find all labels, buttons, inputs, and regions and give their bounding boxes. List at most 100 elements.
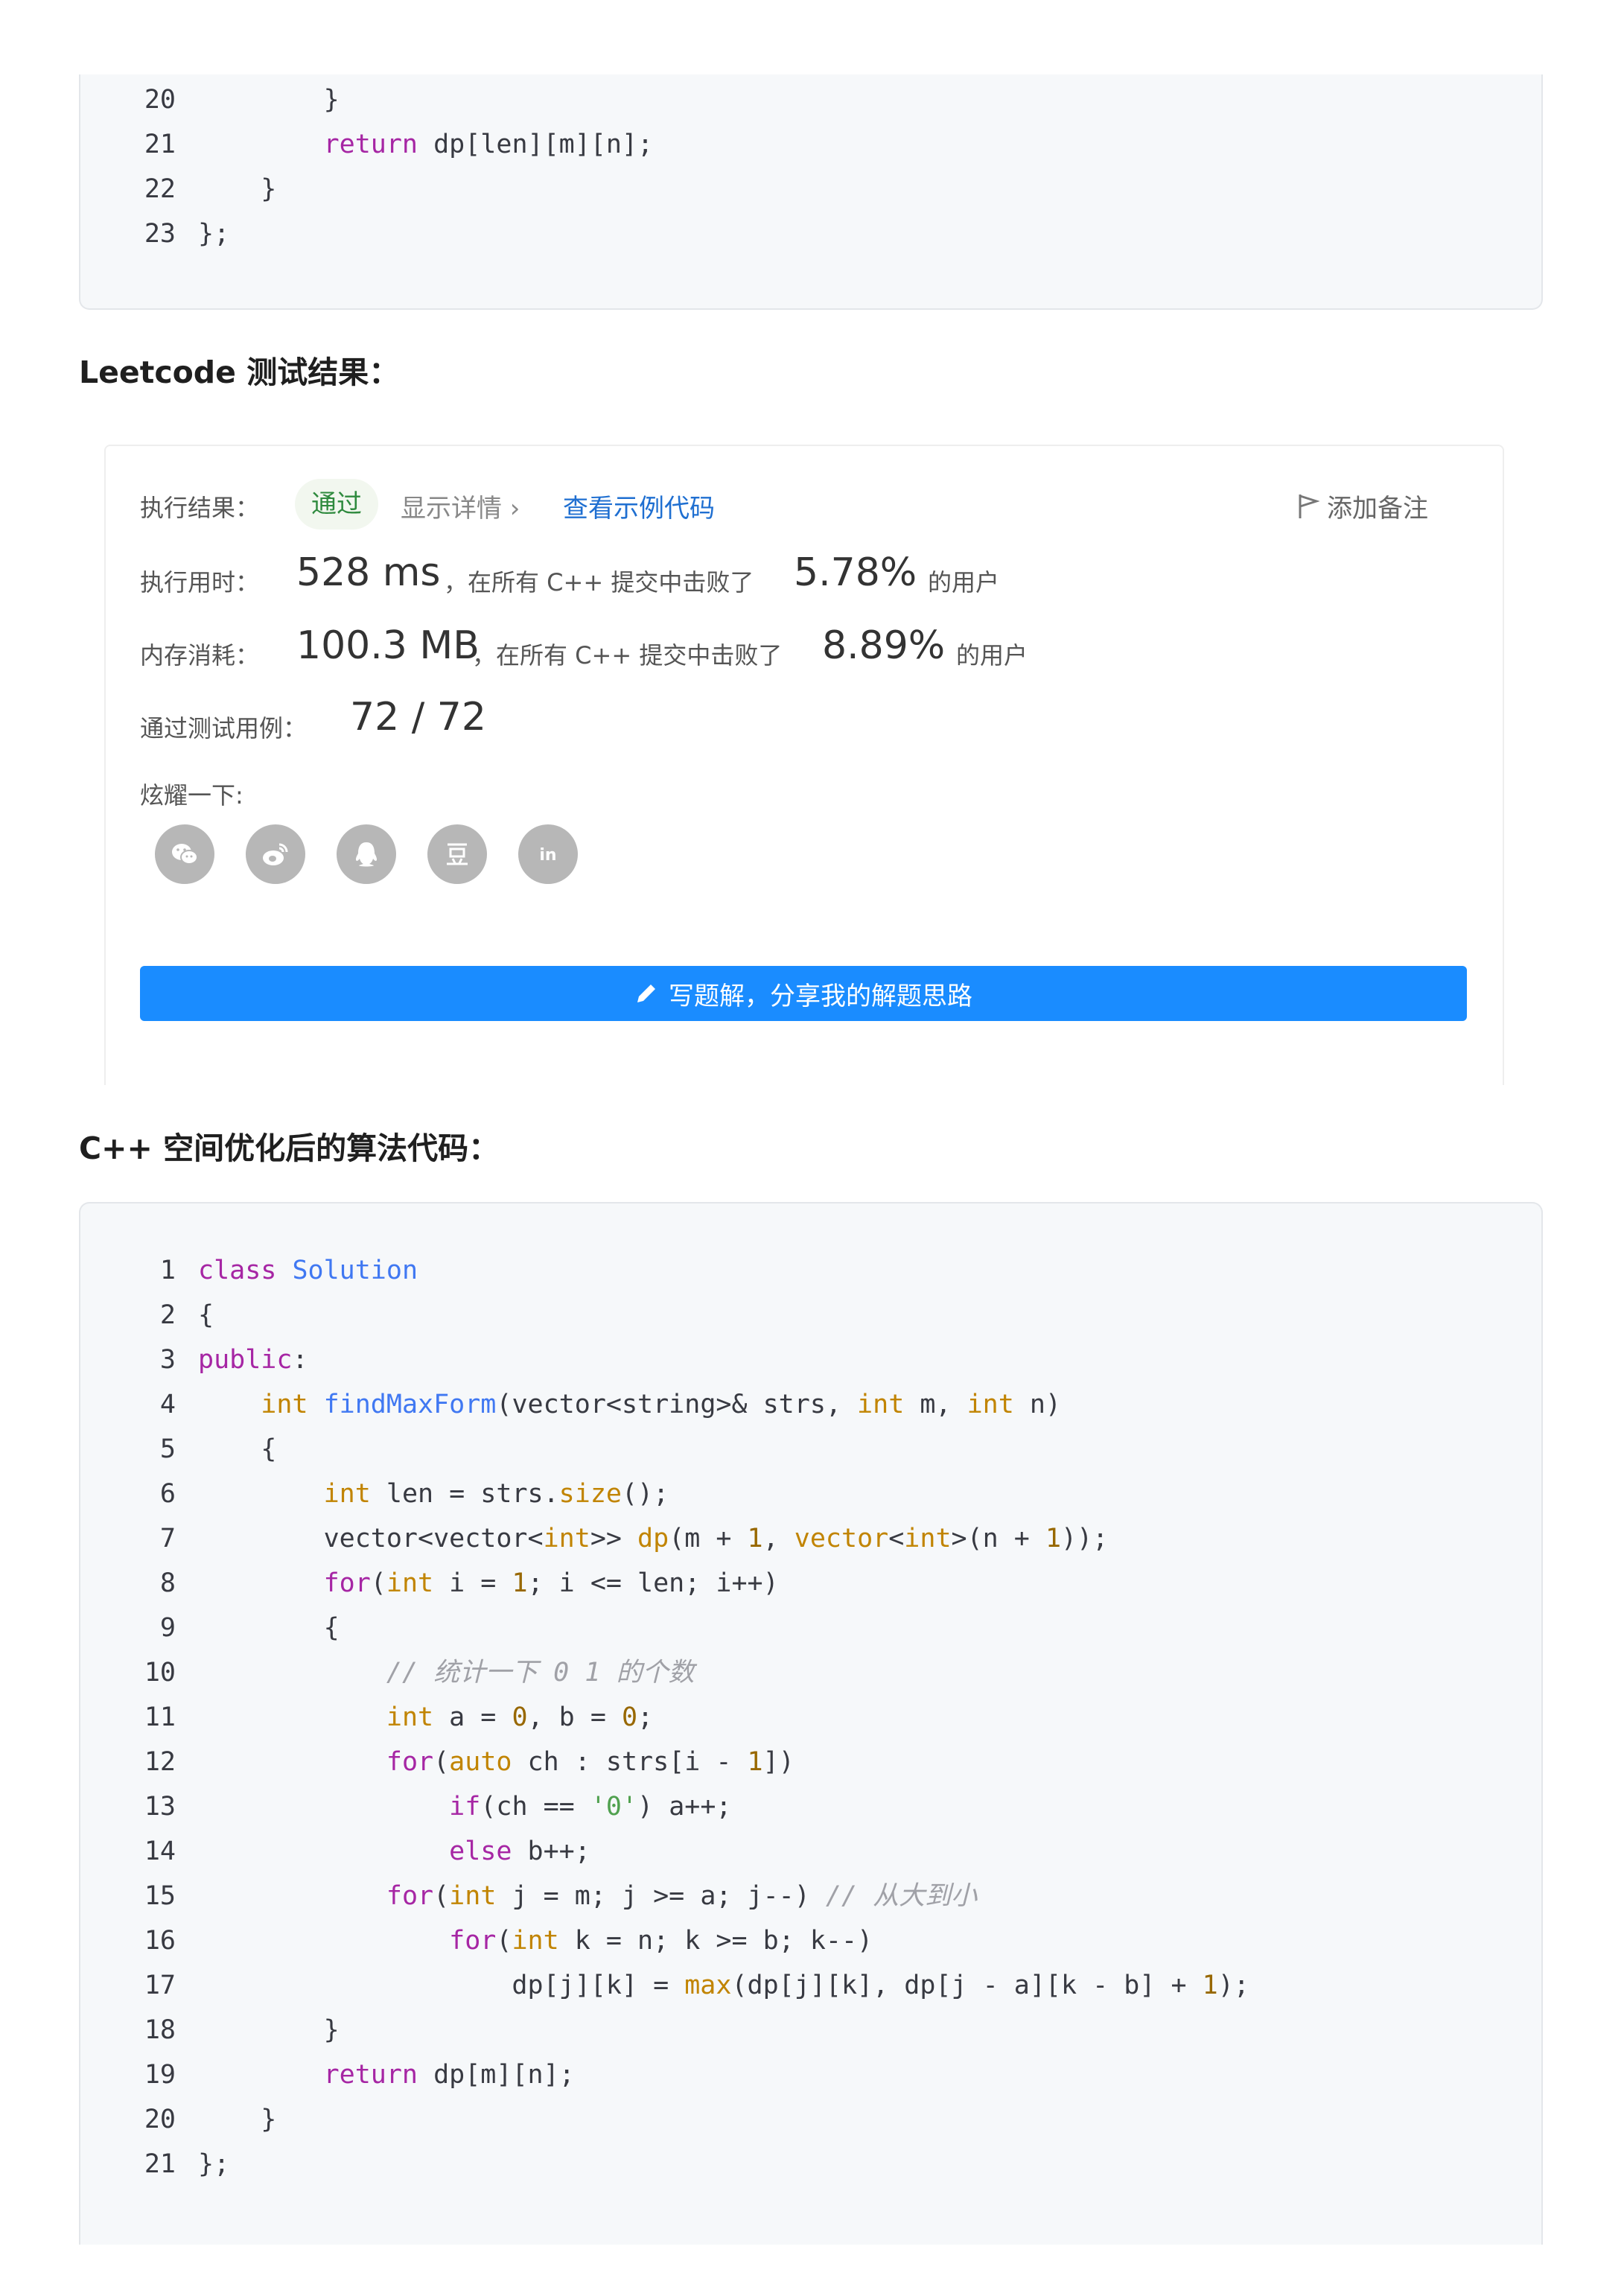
code-text: for(auto ch : strs[i - 1]) <box>198 1740 795 1784</box>
code-token: ( <box>433 1747 450 1777</box>
code-token: ; <box>637 1702 654 1732</box>
line-number: 14 <box>144 1837 176 1866</box>
code-text: public: <box>198 1338 308 1382</box>
line-number: 6 <box>159 1479 176 1509</box>
code-token: int <box>323 1479 371 1509</box>
line-number: 13 <box>144 1792 176 1822</box>
code-token: ); <box>1217 1971 1249 2000</box>
code-token: dp[len][m][n]; <box>418 130 654 159</box>
show-details-link[interactable]: 显示详情 › <box>401 488 520 524</box>
code-token: >(n + <box>951 1524 1045 1554</box>
code-token: int <box>967 1390 1014 1419</box>
write-solution-button[interactable]: 写题解，分享我的解题思路 <box>140 966 1467 1021</box>
line-number: 4 <box>159 1390 176 1419</box>
add-note-label: 添加备注 <box>1327 494 1428 524</box>
svg-text:in: in <box>539 846 556 865</box>
code-token: (vector<string>& strs, <box>496 1390 858 1419</box>
code-token: ; i <= len; i++) <box>527 1568 779 1598</box>
code-token: 1 <box>512 1568 528 1598</box>
code-token: '0' <box>590 1792 638 1822</box>
code-text: int len = strs.size(); <box>198 1472 669 1516</box>
code-token: 0 <box>621 1702 638 1732</box>
memory-percent: 8.89% <box>822 623 946 668</box>
code-token: b++; <box>512 1837 590 1866</box>
share-label: 炫耀一下: <box>140 781 243 810</box>
code-token: Solution <box>292 1256 418 1285</box>
runtime-tail: 的用户 <box>928 568 1000 597</box>
line-number: 11 <box>144 1702 176 1732</box>
code-token: for <box>386 1747 434 1777</box>
code-text: vector<vector<int>> dp(m + 1, vector<int… <box>198 1516 1109 1561</box>
code-token: < <box>888 1524 905 1554</box>
code-token: ( <box>496 1926 512 1956</box>
code-token: (); <box>621 1479 669 1509</box>
code-token: dp[j][k] = <box>198 1971 685 2000</box>
code-token: n) <box>1013 1390 1061 1419</box>
line-number: 12 <box>144 1747 176 1777</box>
code-token: int <box>386 1702 434 1732</box>
code-token: , b = <box>527 1702 622 1732</box>
line-number: 5 <box>159 1434 176 1464</box>
code-token: i = <box>433 1568 512 1598</box>
line-number: 20 <box>144 85 176 115</box>
code-token: )); <box>1061 1524 1109 1554</box>
code-token: auto <box>449 1747 512 1777</box>
memory-tail: 的用户 <box>956 641 1028 670</box>
tests-label: 通过测试用例： <box>140 714 308 742</box>
code-token: ) a++; <box>637 1792 732 1822</box>
runtime-value: 528 ms <box>296 550 441 595</box>
code-token: for <box>449 1926 497 1956</box>
runtime-beat-text: ，在所有 C++ 提交中击败了 <box>444 568 754 597</box>
share-linkedin-button[interactable]: in <box>518 824 578 884</box>
code-text: for(int i = 1; i <= len; i++) <box>198 1561 779 1606</box>
code-token: } <box>198 174 277 204</box>
code-token: k = n; k >= b; k--) <box>558 1926 873 1956</box>
line-number: 9 <box>159 1613 176 1643</box>
status-badge-pass: 通过 <box>295 479 378 530</box>
code-token: size <box>558 1479 622 1509</box>
line-number: 3 <box>159 1345 176 1375</box>
share-wechat-button[interactable] <box>155 824 214 884</box>
code-token: a = <box>433 1702 512 1732</box>
line-number: 22 <box>144 174 176 204</box>
share-qq-button[interactable] <box>337 824 396 884</box>
write-solution-label: 写题解，分享我的解题思路 <box>669 981 972 1011</box>
code-text: }; <box>198 2142 229 2187</box>
code-text: } <box>198 2097 276 2142</box>
code-token: }; <box>198 219 230 249</box>
share-douban-button[interactable] <box>427 824 487 884</box>
memory-beat-text: ，在所有 C++ 提交中击败了 <box>472 641 783 670</box>
view-sample-code-link[interactable]: 查看示例代码 <box>563 488 715 524</box>
code-text: { <box>198 1293 214 1338</box>
code-token: int <box>904 1524 952 1554</box>
share-weibo-button[interactable] <box>246 824 305 884</box>
code-token: m, <box>904 1390 967 1419</box>
code-token: { <box>198 1434 277 1464</box>
code-token: vector <box>794 1524 889 1554</box>
code-token: j = m; j >= a; j--) <box>496 1881 826 1911</box>
runtime-percent: 5.78% <box>794 550 917 595</box>
code-token: 0 <box>512 1702 528 1732</box>
code-token: max <box>684 1971 732 2000</box>
line-number: 10 <box>144 1658 176 1688</box>
code-text: } <box>198 167 276 212</box>
memory-label: 内存消耗： <box>140 641 260 670</box>
add-note-button[interactable]: 添加备注 <box>1297 488 1428 524</box>
code-text: return dp[m][n]; <box>198 2052 575 2097</box>
douban-icon <box>447 843 468 865</box>
code-token: 1 <box>1045 1524 1062 1554</box>
line-number: 21 <box>144 130 176 159</box>
line-number: 16 <box>144 1926 176 1956</box>
heading-test-results: Leetcode 测试结果： <box>79 354 400 390</box>
code-token: >> <box>590 1524 638 1554</box>
code-token: // 从大到小 <box>825 1881 978 1911</box>
code-text: else b++; <box>198 1829 590 1874</box>
